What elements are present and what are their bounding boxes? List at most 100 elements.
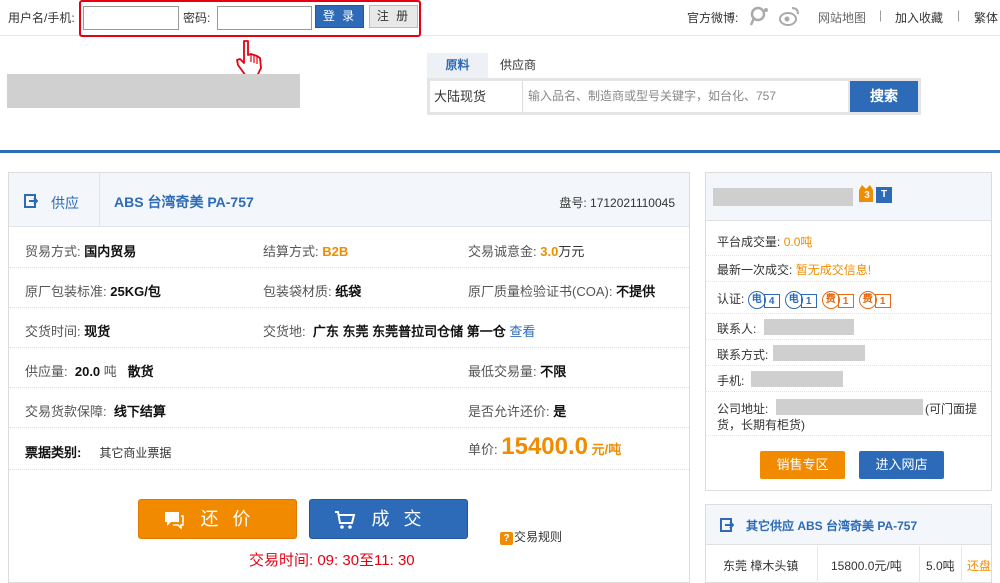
pan-number: 盘号: 1712021110045 xyxy=(559,194,675,211)
seller-header: 3 T xyxy=(706,173,991,221)
trade-rules-label: 交易规则 xyxy=(514,530,563,544)
supply-qty-value: 20.0 xyxy=(74,364,101,379)
password-label: 密码: xyxy=(183,11,211,25)
package-value: 25KG/包 xyxy=(110,284,161,299)
settle-value: B2B xyxy=(322,244,349,259)
guarantee-label: 交易货款保障: xyxy=(25,404,107,419)
separator: | xyxy=(957,8,961,22)
volume-label: 平台成交量: xyxy=(717,235,781,249)
cert-badge[interactable]: 费1 xyxy=(858,290,895,309)
trade-mode-label: 贸易方式: xyxy=(25,244,81,259)
pan-number-value: 1712021110045 xyxy=(590,196,675,210)
tab-supplier[interactable]: 供应商 xyxy=(488,53,548,78)
address-label: 公司地址: xyxy=(717,402,769,416)
address-line2: 货，长期有柜货) xyxy=(717,418,805,432)
sales-zone-button[interactable]: 销售专区 xyxy=(760,451,845,479)
cert-badge-count: 4 xyxy=(763,293,780,308)
guarantee-value: 线下结算 xyxy=(113,404,166,419)
info-row: 交易货款保障: 线下结算 是否允许还价: 是 xyxy=(9,388,689,428)
cert-badge[interactable]: 费1 xyxy=(821,290,858,309)
trust-badge: T xyxy=(876,187,892,203)
address-suffix: (可门面提 xyxy=(925,402,977,416)
coa-value: 不提供 xyxy=(616,284,656,299)
trade-rules-link[interactable]: ? 交易规则 xyxy=(500,528,562,545)
deal-label: 成交 xyxy=(371,509,436,529)
header-divider xyxy=(99,173,100,227)
supply-icon xyxy=(24,194,38,208)
search-box: 大陆现货 输入品名、制造商或型号关键字，如台化、757 搜索 xyxy=(427,78,921,115)
seller-name[interactable] xyxy=(713,188,853,206)
sitemap-link[interactable]: 网站地图 xyxy=(818,9,866,26)
sina-weibo-icon[interactable] xyxy=(778,5,800,27)
product-detail-panel: 供应 ABS 台湾奇美 PA-757 盘号: 1712021110045 贸易方… xyxy=(8,172,690,583)
counter-offer-button[interactable]: 还价 xyxy=(138,499,297,539)
mobile-value xyxy=(751,371,843,387)
bag-material-label: 包装袋材质: xyxy=(263,284,332,299)
seller-level: 3 xyxy=(864,190,870,201)
supply-qty-label: 供应量: xyxy=(25,364,68,379)
search-tabs: 原料 供应商 xyxy=(427,53,920,78)
search-category-select[interactable]: 大陆现货 xyxy=(430,81,523,112)
info-row: 平台成交量: 0.0吨 xyxy=(706,222,991,256)
login-button[interactable]: 登 录 xyxy=(315,5,364,28)
column-divider xyxy=(817,546,818,583)
enter-shop-button[interactable]: 进入网店 xyxy=(859,451,944,479)
info-row: 公司地址: (可门面提 货，长期有柜货) xyxy=(706,392,991,436)
invoice-label: 票据类别: xyxy=(25,445,82,460)
mobile-label: 手机: xyxy=(717,374,745,388)
password-input[interactable] xyxy=(217,6,312,30)
delivery-time-label: 交货时间: xyxy=(25,324,81,339)
delivery-place-value: 广东 东莞 东莞普拉司仓储 第一仓 xyxy=(312,324,506,339)
cert-label: 认证: xyxy=(717,292,745,306)
info-row: 贸易方式: 国内贸易 结算方式: B2B 交易诚意金: 3.0万元 xyxy=(9,228,689,268)
package-label: 原厂包装标准: xyxy=(25,284,107,299)
search-button[interactable]: 搜索 xyxy=(850,81,918,112)
search-input[interactable]: 输入品名、制造商或型号关键字，如台化、757 xyxy=(523,81,848,112)
login-box-highlight: 密码: 登 录 注 册 xyxy=(79,0,421,37)
info-row: 联系人: xyxy=(706,314,991,340)
unit-price: 15400.0 xyxy=(501,433,589,460)
allow-bargain-value: 是 xyxy=(553,404,567,419)
invoice-value: 其它商业票据 xyxy=(99,446,172,460)
coa-label: 原厂质量检验证书(COA): xyxy=(468,284,613,299)
cert-badge-count: 1 xyxy=(800,293,817,308)
contact-method-value xyxy=(773,345,865,361)
view-warehouse-link[interactable]: 查看 xyxy=(509,324,535,339)
info-row: 票据类别: 其它商业票据 单价: 15400.0 元/吨 xyxy=(9,428,689,470)
other-supply-location: 东莞 樟木头镇 xyxy=(723,559,799,573)
other-supply-title: 其它供应 ABS 台湾奇美 PA-757 xyxy=(746,519,918,533)
cert-badge[interactable]: 电1 xyxy=(784,290,821,309)
contact-label: 联系人: xyxy=(717,322,757,336)
deposit-value: 3.0 xyxy=(540,244,559,259)
volume-value: 0.0吨 xyxy=(783,235,813,249)
cert-badge[interactable]: 电4 xyxy=(747,290,784,309)
hand-pointer-icon xyxy=(236,40,262,77)
address-value xyxy=(776,399,923,415)
username-input[interactable] xyxy=(83,6,179,30)
info-row: 交货时间: 现货 交货地: 广东 东莞 东莞普拉司仓储 第一仓 查看 xyxy=(9,308,689,348)
deposit-unit: 万元 xyxy=(558,244,585,259)
info-row: 供应量: 20.0 吨 散货 最低交易量: 不限 xyxy=(9,348,689,388)
contact-value xyxy=(764,319,854,335)
question-icon: ? xyxy=(500,532,513,545)
traditional-chinese-link[interactable]: 繁体 xyxy=(974,9,998,26)
site-logo[interactable] xyxy=(7,74,300,108)
latest-deal-value: 暂无成交信息! xyxy=(795,263,872,277)
column-divider xyxy=(961,546,962,583)
tab-raw-material[interactable]: 原料 xyxy=(427,53,488,78)
settle-label: 结算方式: xyxy=(263,244,319,259)
chat-icon xyxy=(165,512,184,530)
weibo-label: 官方微博: xyxy=(687,11,739,25)
bag-material-value: 纸袋 xyxy=(335,284,362,299)
header-divider xyxy=(0,150,1000,153)
product-title: ABS 台湾奇美 PA-757 xyxy=(114,194,254,210)
register-button[interactable]: 注 册 xyxy=(369,5,418,28)
add-favorite-link[interactable]: 加入收藏 xyxy=(895,9,943,26)
username-label: 用户名/手机: xyxy=(8,11,75,25)
pan-number-label: 盘号: xyxy=(559,196,587,210)
tencent-weibo-icon[interactable] xyxy=(748,5,770,27)
counter-bid-link[interactable]: 还盘 xyxy=(967,557,991,574)
deal-button[interactable]: 成交 xyxy=(309,499,468,539)
trade-time: 交易时间: 09: 30至11: 30 xyxy=(249,552,415,569)
trade-mode-value: 国内贸易 xyxy=(84,244,137,259)
